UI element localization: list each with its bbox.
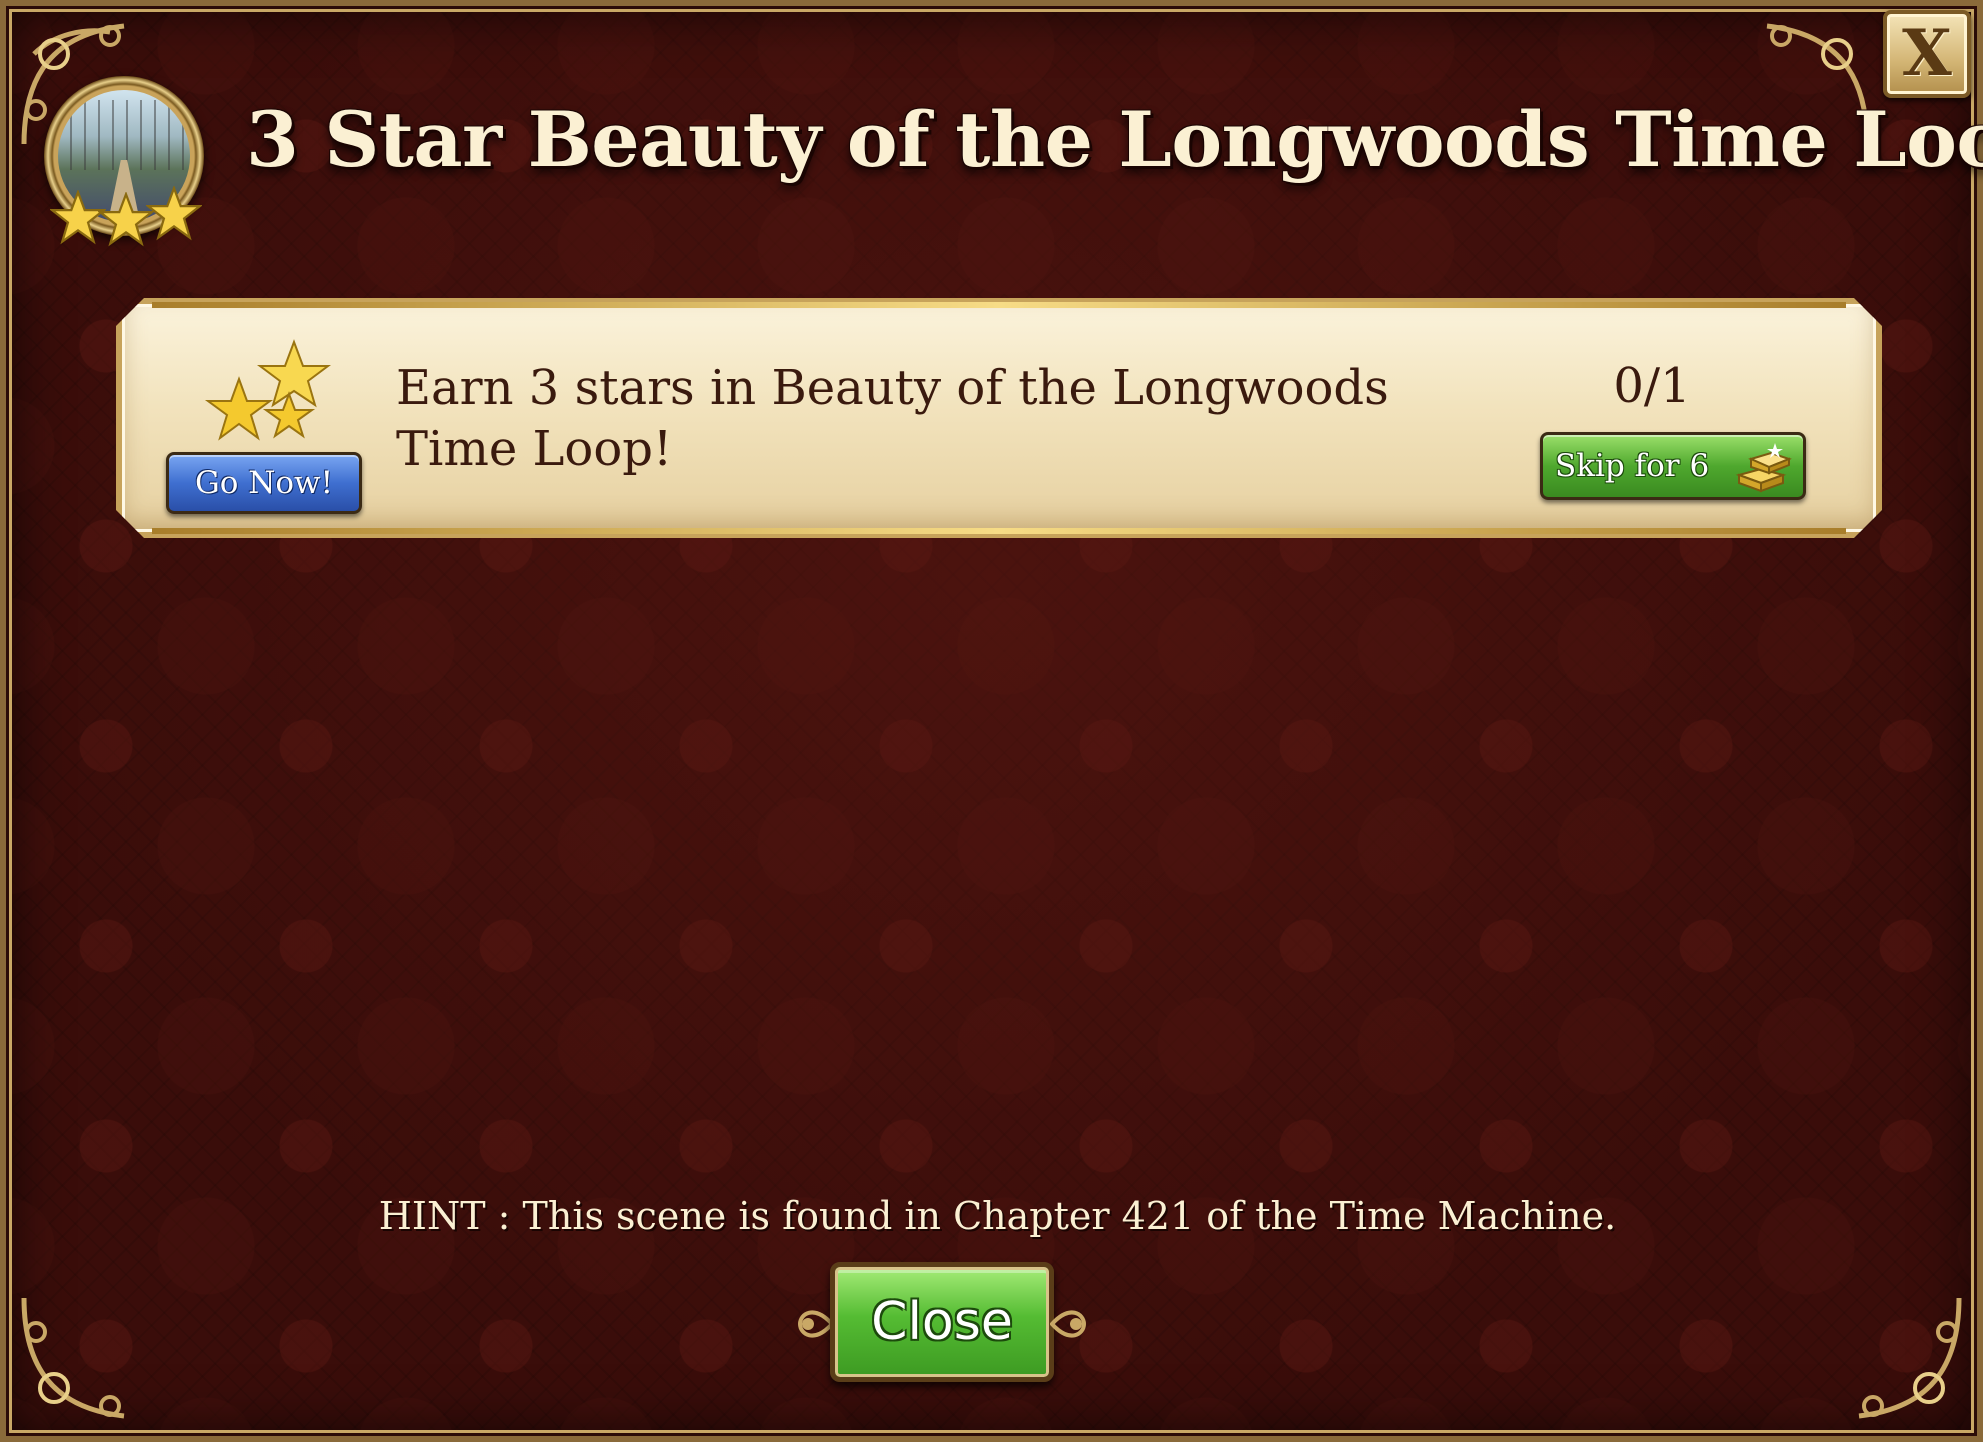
ornament-icon bbox=[794, 1284, 835, 1364]
hint-text: HINT : This scene is found in Chapter 42… bbox=[378, 1194, 1617, 1238]
quest-dialog: 3 Star Beauty of the Longwoods Time Loop… bbox=[0, 0, 1983, 1442]
close-x-label: X bbox=[1902, 16, 1952, 91]
dialog-title: 3 Star Beauty of the Longwoods Time Loop bbox=[246, 95, 1983, 184]
corner-ornament-bottom-left bbox=[14, 1288, 154, 1428]
card-trim bbox=[152, 302, 1846, 308]
gold-bars-icon bbox=[1733, 441, 1793, 493]
close-button[interactable]: Close bbox=[830, 1262, 1054, 1382]
task-progress: 0/1 bbox=[1613, 358, 1691, 414]
close-button-group: Close bbox=[794, 1260, 1090, 1384]
skip-label: Skip for 6 bbox=[1555, 448, 1710, 484]
close-button-label: Close bbox=[871, 1292, 1013, 1352]
ornament-icon bbox=[1049, 1284, 1090, 1364]
card-trim bbox=[152, 528, 1846, 534]
corner-ornament-bottom-right bbox=[1829, 1288, 1969, 1428]
badge-star-icon bbox=[145, 185, 203, 242]
go-now-button[interactable]: Go Now! bbox=[166, 452, 362, 514]
skip-button[interactable]: Skip for 6 bbox=[1540, 432, 1806, 500]
task-card: Go Now! Earn 3 stars in Beauty of the Lo… bbox=[116, 298, 1882, 538]
stars-icon bbox=[184, 334, 354, 464]
close-x-button[interactable]: X bbox=[1883, 10, 1971, 98]
task-description: Earn 3 stars in Beauty of the Longwoods … bbox=[396, 360, 1389, 477]
